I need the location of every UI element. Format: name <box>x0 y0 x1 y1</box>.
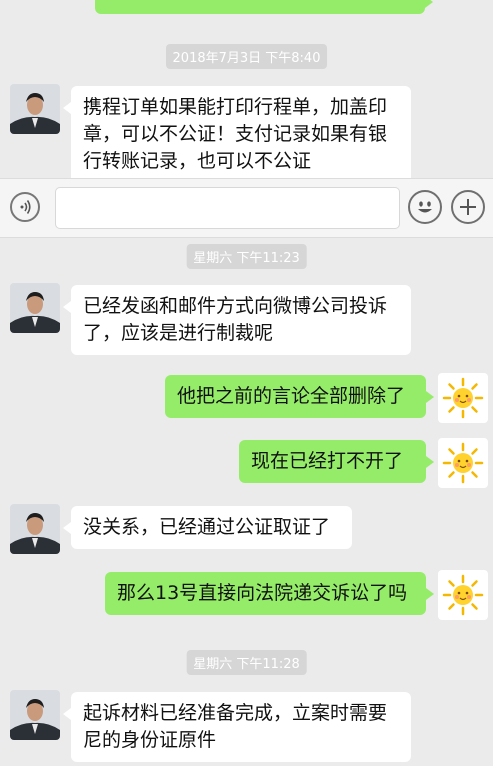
avatar[interactable] <box>10 504 60 554</box>
message-bubble-outgoing[interactable]: 那么13号直接向法院递交诉讼了吗 <box>105 572 434 615</box>
avatar[interactable] <box>438 373 488 423</box>
sun-avatar-icon <box>442 442 484 484</box>
timestamp: 星期六 下午11:28 <box>186 650 307 675</box>
person-avatar-icon <box>10 504 60 554</box>
message-bubble-incoming[interactable]: 没关系，已经通过公证取证了 <box>63 506 352 549</box>
message-bubble-incoming[interactable]: 携程订单如果能打印行程单，加盖印章，可以不公证！支付记录如果有银行转账记录，也可… <box>63 86 411 183</box>
plus-icon[interactable] <box>451 190 485 224</box>
timestamp: 星期六 下午11:23 <box>186 244 307 269</box>
avatar[interactable] <box>10 690 60 740</box>
voice-wave-icon[interactable] <box>10 192 40 222</box>
avatar[interactable] <box>438 438 488 488</box>
outgoing-bubble-partial[interactable] <box>95 0 433 14</box>
avatar[interactable] <box>438 570 488 620</box>
person-avatar-icon <box>10 84 60 134</box>
avatar[interactable] <box>10 84 60 134</box>
person-avatar-icon <box>10 690 60 740</box>
smiley-icon[interactable] <box>408 190 442 224</box>
sun-avatar-icon <box>442 574 484 616</box>
chat-input-bar <box>0 178 493 238</box>
message-bubble-outgoing[interactable]: 他把之前的言论全部删除了 <box>165 375 434 418</box>
avatar[interactable] <box>10 283 60 333</box>
message-bubble-outgoing[interactable]: 现在已经打不开了 <box>239 440 434 483</box>
message-bubble-incoming[interactable]: 起诉材料已经准备完成，立案时需要尼的身份证原件 <box>63 692 411 762</box>
person-avatar-icon <box>10 283 60 333</box>
message-bubble-incoming[interactable]: 已经发函和邮件方式向微博公司投诉了，应该是进行制裁呢 <box>63 285 411 355</box>
timestamp: 2018年7月3日 下午8:40 <box>165 44 328 69</box>
message-input[interactable] <box>55 187 400 229</box>
sun-avatar-icon <box>442 377 484 419</box>
